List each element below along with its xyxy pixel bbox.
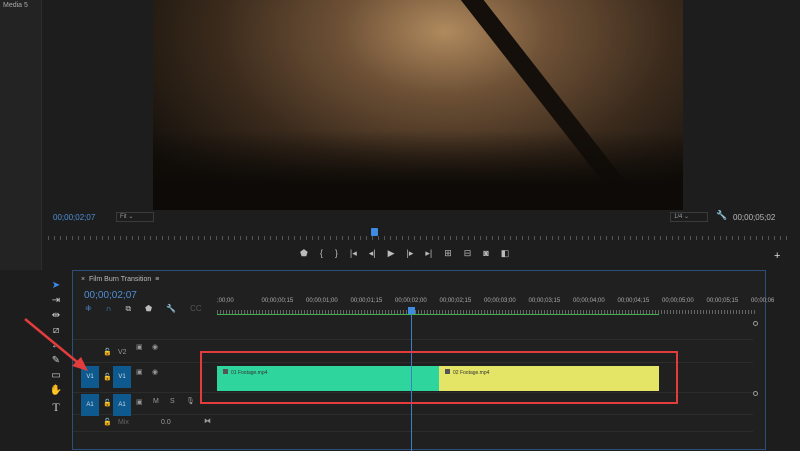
extract-icon[interactable]: ⊟: [464, 248, 472, 259]
ruler-tick-label: 00;00;04;15: [617, 298, 650, 304]
lock-icon[interactable]: 🔓: [103, 399, 112, 407]
lock-icon[interactable]: 🔓: [103, 348, 112, 356]
annotation-arrow-icon: [24, 318, 88, 371]
marker-icon[interactable]: ⬟: [300, 248, 308, 259]
mix-value[interactable]: 0.0: [161, 419, 171, 426]
annotation-highlight-box: [200, 351, 678, 404]
captions-icon[interactable]: CC: [190, 304, 202, 314]
duration-timecode: 00;00;05;02: [733, 213, 776, 222]
time-ruler[interactable]: ;00;00 00;00;00;15 00;00;01;00 00;00;01;15 0…: [217, 295, 774, 317]
settings-wrench-icon[interactable]: 🔧: [716, 210, 727, 221]
step-forward-icon[interactable]: |▸: [407, 248, 414, 259]
render-bar: [217, 314, 659, 315]
mix-label: Mix: [118, 419, 129, 426]
selection-tool-icon[interactable]: ➤: [52, 280, 60, 291]
track-select-tool-icon[interactable]: ⇥: [52, 295, 60, 306]
timeline-playhead[interactable]: [408, 307, 415, 314]
resolution-select[interactable]: 1/4 ⌄: [670, 212, 708, 222]
ruler-tick-label: 00;00;03;00: [484, 298, 516, 304]
eye-icon[interactable]: ◉: [152, 368, 158, 376]
track-target-a1[interactable]: A1: [113, 394, 131, 416]
ruler-tick-label: ;00;00: [217, 298, 234, 304]
sync-icon[interactable]: ▣: [136, 368, 143, 376]
mark-in-icon[interactable]: {: [320, 248, 323, 259]
track-target-v1[interactable]: V1: [113, 366, 131, 388]
timeline-toolbar: ⁜ ∩ ⧉ ⬟ 🔧 CC: [85, 304, 202, 314]
project-panel: Media 5: [0, 0, 42, 270]
mute-button[interactable]: M: [153, 398, 159, 405]
eye-icon[interactable]: ◉: [152, 343, 158, 351]
close-icon[interactable]: ×: [81, 276, 85, 283]
playhead-timecode[interactable]: 00;00;02;07: [53, 213, 95, 222]
scroll-handle[interactable]: [753, 321, 758, 326]
lock-icon[interactable]: 🔓: [103, 418, 112, 426]
zoom-select[interactable]: Fit ⌄: [116, 212, 154, 222]
ruler-tick-label: 00;00;04;00: [573, 298, 605, 304]
ruler-tick-label: 00;00;02;15: [439, 298, 472, 304]
add-marker-icon[interactable]: ⬟: [145, 304, 152, 314]
linked-selection-icon[interactable]: ⧉: [125, 304, 131, 314]
hand-tool-icon[interactable]: ✋: [50, 385, 62, 396]
source-patch-a1[interactable]: A1: [81, 394, 99, 416]
compare-icon[interactable]: ◧: [501, 248, 510, 259]
resolution-value: 1/4: [674, 214, 683, 220]
type-tool-icon[interactable]: T: [52, 400, 59, 415]
ruler-tick-label: 00;00;03;15: [528, 298, 561, 304]
zoom-value: Fit: [120, 214, 127, 220]
play-icon[interactable]: ▶: [388, 248, 395, 259]
ruler-tick-label: 00;00;05;15: [706, 298, 739, 304]
sequence-title: Film Burn Transition: [88, 276, 152, 283]
lift-icon[interactable]: ⊞: [444, 248, 452, 259]
project-tab[interactable]: Media 5: [3, 2, 28, 9]
ruler-tick-label: 00;00;01;15: [350, 298, 383, 304]
monitor-scrubber[interactable]: [48, 228, 788, 240]
ruler-tick-label: 00;00;06: [751, 298, 775, 304]
transport-controls: ⬟ {} |◂ ◂| ▶ |▸ ▸| ⊞ ⊟ ◙ ◧: [300, 248, 509, 259]
mark-out-icon[interactable]: }: [335, 248, 338, 259]
go-to-in-icon[interactable]: |◂: [350, 248, 357, 259]
ruler-tick-label: 00;00;02;00: [395, 298, 427, 304]
timeline-timecode[interactable]: 00;00;02;07: [84, 290, 137, 301]
nest-icon[interactable]: ⁜: [85, 304, 92, 314]
ruler-tick-label: 00;00;05;00: [662, 298, 694, 304]
microphone-icon[interactable]: 🎙: [186, 397, 195, 405]
track-label-v2: V2: [118, 349, 127, 356]
lock-icon[interactable]: 🔓: [103, 373, 112, 381]
scroll-handle[interactable]: [753, 391, 758, 396]
sequence-tab[interactable]: × Film Burn Transition ≡: [81, 276, 159, 283]
ruler-tick-label: 00;00;00;15: [261, 298, 294, 304]
settings-icon[interactable]: 🔧: [166, 304, 176, 314]
add-button[interactable]: +: [774, 250, 780, 262]
sync-icon[interactable]: ▣: [136, 343, 143, 351]
program-monitor-video: [153, 0, 683, 210]
menu-icon[interactable]: ≡: [155, 276, 159, 283]
sync-icon[interactable]: ▣: [136, 398, 143, 406]
mix-end-icon: ⧓: [204, 418, 211, 425]
step-back-icon[interactable]: ◂|: [369, 248, 376, 259]
export-frame-icon[interactable]: ◙: [483, 248, 488, 259]
solo-button[interactable]: S: [170, 398, 175, 405]
ruler-tick-label: 00;00;01;00: [306, 298, 338, 304]
snap-icon[interactable]: ∩: [106, 304, 112, 314]
monitor-playhead[interactable]: [371, 228, 378, 236]
go-to-out-icon[interactable]: ▸|: [425, 248, 432, 259]
